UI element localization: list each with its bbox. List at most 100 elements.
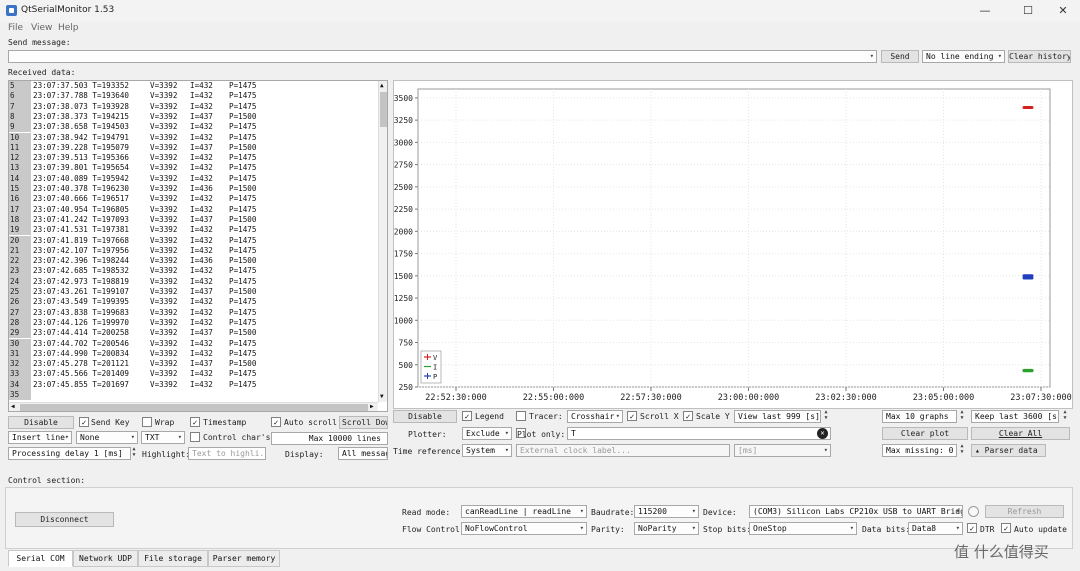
data-bits-select[interactable]: Data8 ▾ [908, 522, 963, 535]
send-key-checkbox[interactable]: ✓ [79, 417, 89, 427]
log-disable-button[interactable]: Disable [8, 416, 74, 429]
view-last-spinbox[interactable]: View last 999 [s] [734, 410, 821, 423]
line-ending-select[interactable]: No line ending ▾ [922, 50, 1005, 63]
control-chars-checkbox[interactable] [190, 432, 200, 442]
scroll-left-icon[interactable]: ◀ [11, 403, 15, 410]
timestamp-checkbox[interactable]: ✓ [190, 417, 200, 427]
disconnect-button[interactable]: Disconnect [15, 512, 114, 527]
dtr-checkbox[interactable]: ✓ [967, 523, 977, 533]
wrap-checkbox[interactable] [142, 417, 152, 427]
highlight-input[interactable]: Text to highli... [188, 447, 266, 460]
external-clock-input[interactable]: External clock label... [516, 444, 730, 457]
scale-y-checkbox[interactable]: ✓ [683, 411, 693, 421]
log-line: 30 23:07:44.702 T=200546 V=3392 I=432 P=1475 [9, 338, 379, 349]
processing-delay-spinbox[interactable]: Processing delay 1 [ms] [8, 447, 131, 460]
scroll-down-button[interactable]: Scroll Down [339, 416, 388, 429]
line-number: 30 [9, 338, 31, 349]
plot-area[interactable]: 22:52:30:000 22:55:00:000 22:57:30:000 23:0… [393, 80, 1073, 409]
plot-disable-button[interactable]: Disable [393, 410, 457, 423]
stop-bits-select[interactable]: OneStop ▾ [749, 522, 857, 535]
clear-plot-button[interactable]: Clear plot [882, 427, 968, 440]
log-field-i: I=432 [190, 276, 213, 286]
parity-select[interactable]: NoParity ▾ [634, 522, 699, 535]
log-field-t: 23:07:37.503 T=193352 [33, 81, 130, 90]
external-clock-unit-select[interactable]: [ms] ▾ [734, 444, 831, 457]
spin-down-icon[interactable]: ▼ [1061, 416, 1069, 421]
clear-input-icon[interactable]: ✕ [817, 428, 828, 439]
received-data-log[interactable]: 5 23:07:37.503 T=193352 V=3392 I=432 P=1475 6… [8, 80, 388, 412]
y-tick-label: 1500 [394, 272, 413, 281]
log-field-t: 23:07:43.549 T=199395 [33, 297, 130, 307]
y-tick-label: 1250 [394, 294, 413, 303]
menu-file[interactable]: File [8, 23, 23, 33]
log-line: 13 23:07:39.801 T=195654 V=3392 I=432 P=1475 [9, 163, 379, 174]
tracer-checkbox[interactable] [516, 411, 526, 421]
parser-data-label: Parser data [984, 446, 1038, 455]
time-reference-select[interactable]: System ▾ [462, 444, 512, 457]
tab-file-storage[interactable]: File storage [138, 550, 208, 567]
scrollbar-thumb[interactable] [380, 92, 387, 127]
scroll-right-icon[interactable]: ▶ [370, 403, 374, 410]
max-missing-spinbox[interactable]: Max missing: 0 [882, 444, 957, 457]
log-field-p: P=1475 [229, 204, 257, 214]
log-field-v: V=3392 [150, 101, 178, 111]
y-tick-label: 2250 [394, 205, 413, 214]
spin-down-icon[interactable]: ▼ [822, 416, 830, 421]
close-button[interactable]: ✕ [1046, 2, 1080, 20]
max-graphs-spinbox[interactable]: Max 10 graphs [882, 410, 957, 423]
send-button[interactable]: Send [881, 50, 919, 63]
log-field-p: P=1475 [229, 173, 257, 183]
log-field-p: P=1475 [229, 132, 257, 142]
display-select[interactable]: All messages [338, 447, 388, 460]
line-prefix-select[interactable]: None ▾ [76, 431, 138, 444]
clear-all-button[interactable]: Clear All [971, 427, 1070, 440]
format-select[interactable]: TXT ▾ [141, 431, 185, 444]
spin-down-icon[interactable]: ▼ [958, 450, 966, 455]
auto-update-checkbox[interactable]: ✓ [1001, 523, 1011, 533]
insert-mode-select[interactable]: Insert line ▾ [8, 431, 72, 444]
hscrollbar-thumb[interactable] [20, 404, 368, 411]
log-field-i: I=432 [190, 348, 213, 358]
spin-down-icon[interactable]: ▼ [130, 453, 138, 458]
tracer-mode-select[interactable]: Crosshair ▾ [567, 410, 623, 423]
vertical-scrollbar[interactable]: ▲ ▼ [378, 81, 387, 402]
device-select[interactable]: (COM3) Silicon Labs CP210x USB to UART B… [749, 505, 963, 518]
plot-canvas: 22:52:30:000 22:55:00:000 22:57:30:000 23:0… [394, 88, 1072, 403]
refresh-button[interactable]: Refresh [985, 505, 1064, 518]
send-message-label: Send message: [8, 38, 71, 47]
plotter-mode-select[interactable]: Exclude ▾ [462, 427, 512, 440]
log-field-p: P=1475 [229, 101, 257, 111]
chevron-down-icon: ▾ [691, 507, 696, 515]
scroll-down-icon[interactable]: ▼ [380, 393, 384, 400]
auto-scroll-checkbox[interactable]: ✓ [271, 417, 281, 427]
parser-data-button[interactable]: ▴ Parser data [971, 444, 1046, 457]
read-mode-select[interactable]: canReadLine | readLine ▾ [461, 505, 587, 518]
log-field-p: P=1475 [229, 235, 257, 245]
chevron-down-icon: ▾ [130, 433, 135, 441]
log-line: 20 23:07:41.819 T=197668 V=3392 I=432 P=1475 [9, 235, 379, 246]
auto-scroll-label: Auto scroll [284, 418, 337, 427]
watermark-text: 值 什么值得买 [954, 543, 1049, 561]
max-lines-spinbox[interactable]: Max 10000 lines [271, 432, 388, 445]
maximize-button[interactable]: ☐ [1011, 2, 1045, 20]
line-number: 5 [9, 81, 31, 92]
baudrate-select[interactable]: 115200 ▾ [634, 505, 699, 518]
log-field-t: 23:07:38.658 T=194503 [33, 122, 130, 132]
scroll-up-icon[interactable]: ▲ [380, 82, 384, 89]
log-field-v: V=3392 [150, 369, 178, 379]
keep-last-spinbox[interactable]: Keep last 3600 [s] [971, 410, 1059, 423]
spin-down-icon[interactable]: ▼ [958, 416, 966, 421]
legend-checkbox[interactable]: ✓ [462, 411, 472, 421]
tab-parser-memory[interactable]: Parser memory [208, 550, 280, 567]
menu-view[interactable]: View [31, 23, 52, 33]
tab-serial-com[interactable]: Serial COM [8, 550, 73, 567]
flow-control-select[interactable]: NoFlowControl ▾ [461, 522, 587, 535]
horizontal-scrollbar[interactable]: ◀ ▶ [9, 402, 378, 411]
menu-help[interactable]: Help [58, 23, 79, 33]
send-message-input[interactable]: ▾ [8, 50, 877, 63]
tab-network-udp[interactable]: Network UDP [73, 550, 138, 567]
plot-only-input[interactable]: T [567, 427, 831, 440]
minimize-button[interactable]: — [968, 2, 1002, 20]
scroll-x-checkbox[interactable]: ✓ [627, 411, 637, 421]
clear-history-button[interactable]: Clear history [1008, 50, 1071, 63]
